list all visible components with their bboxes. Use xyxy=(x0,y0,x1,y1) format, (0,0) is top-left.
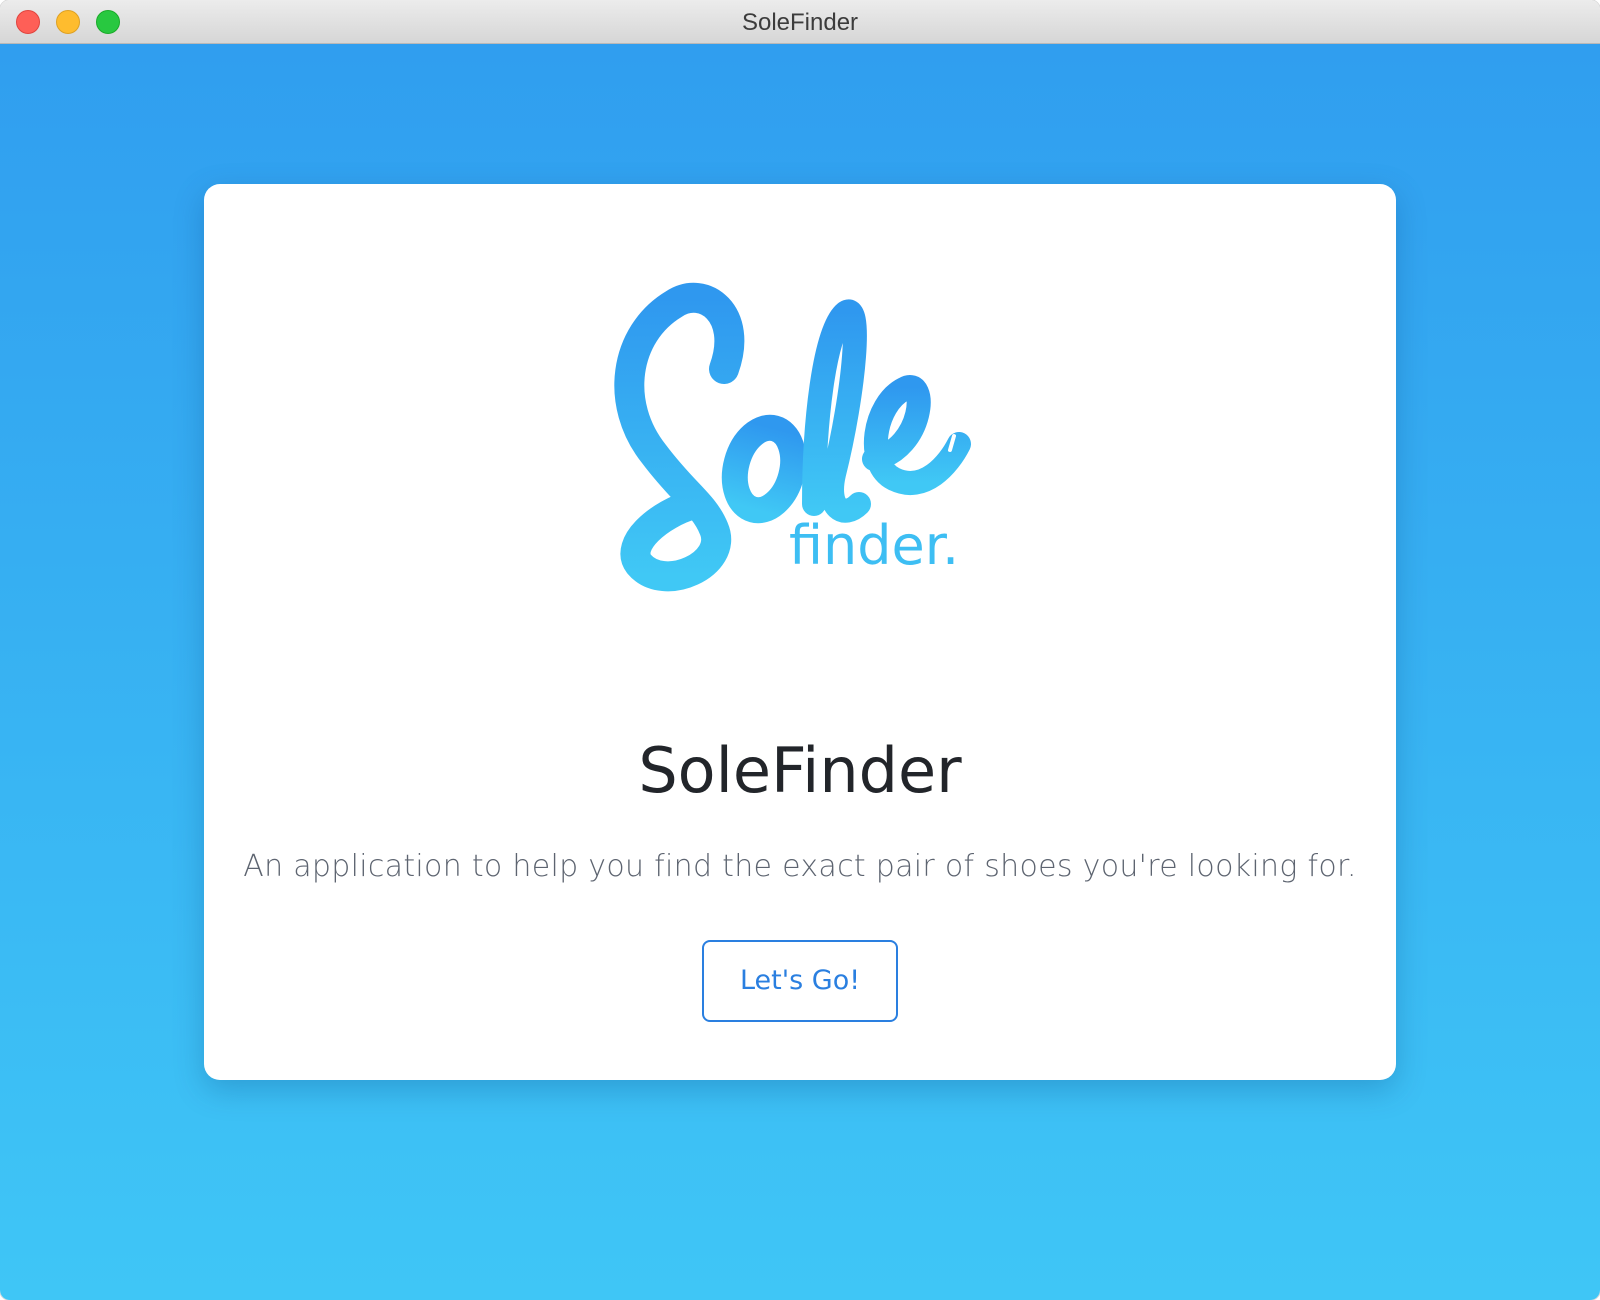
lets-go-button[interactable]: Let's Go! xyxy=(702,940,898,1022)
app-tagline: An application to help you find the exac… xyxy=(243,849,1357,884)
page-title: SoleFinder xyxy=(638,734,962,807)
title-bar[interactable]: SoleFinder xyxy=(0,0,1600,44)
logo-subtext: finder. xyxy=(789,514,959,577)
welcome-card: finder. SoleFinder An application to hel… xyxy=(204,184,1396,1080)
solefinder-logo: finder. xyxy=(614,282,971,592)
app-window: SoleFinder finder. SoleFinder An applica… xyxy=(0,0,1600,1300)
main-content: finder. SoleFinder An application to hel… xyxy=(0,44,1600,1300)
window-title: SoleFinder xyxy=(741,9,859,36)
